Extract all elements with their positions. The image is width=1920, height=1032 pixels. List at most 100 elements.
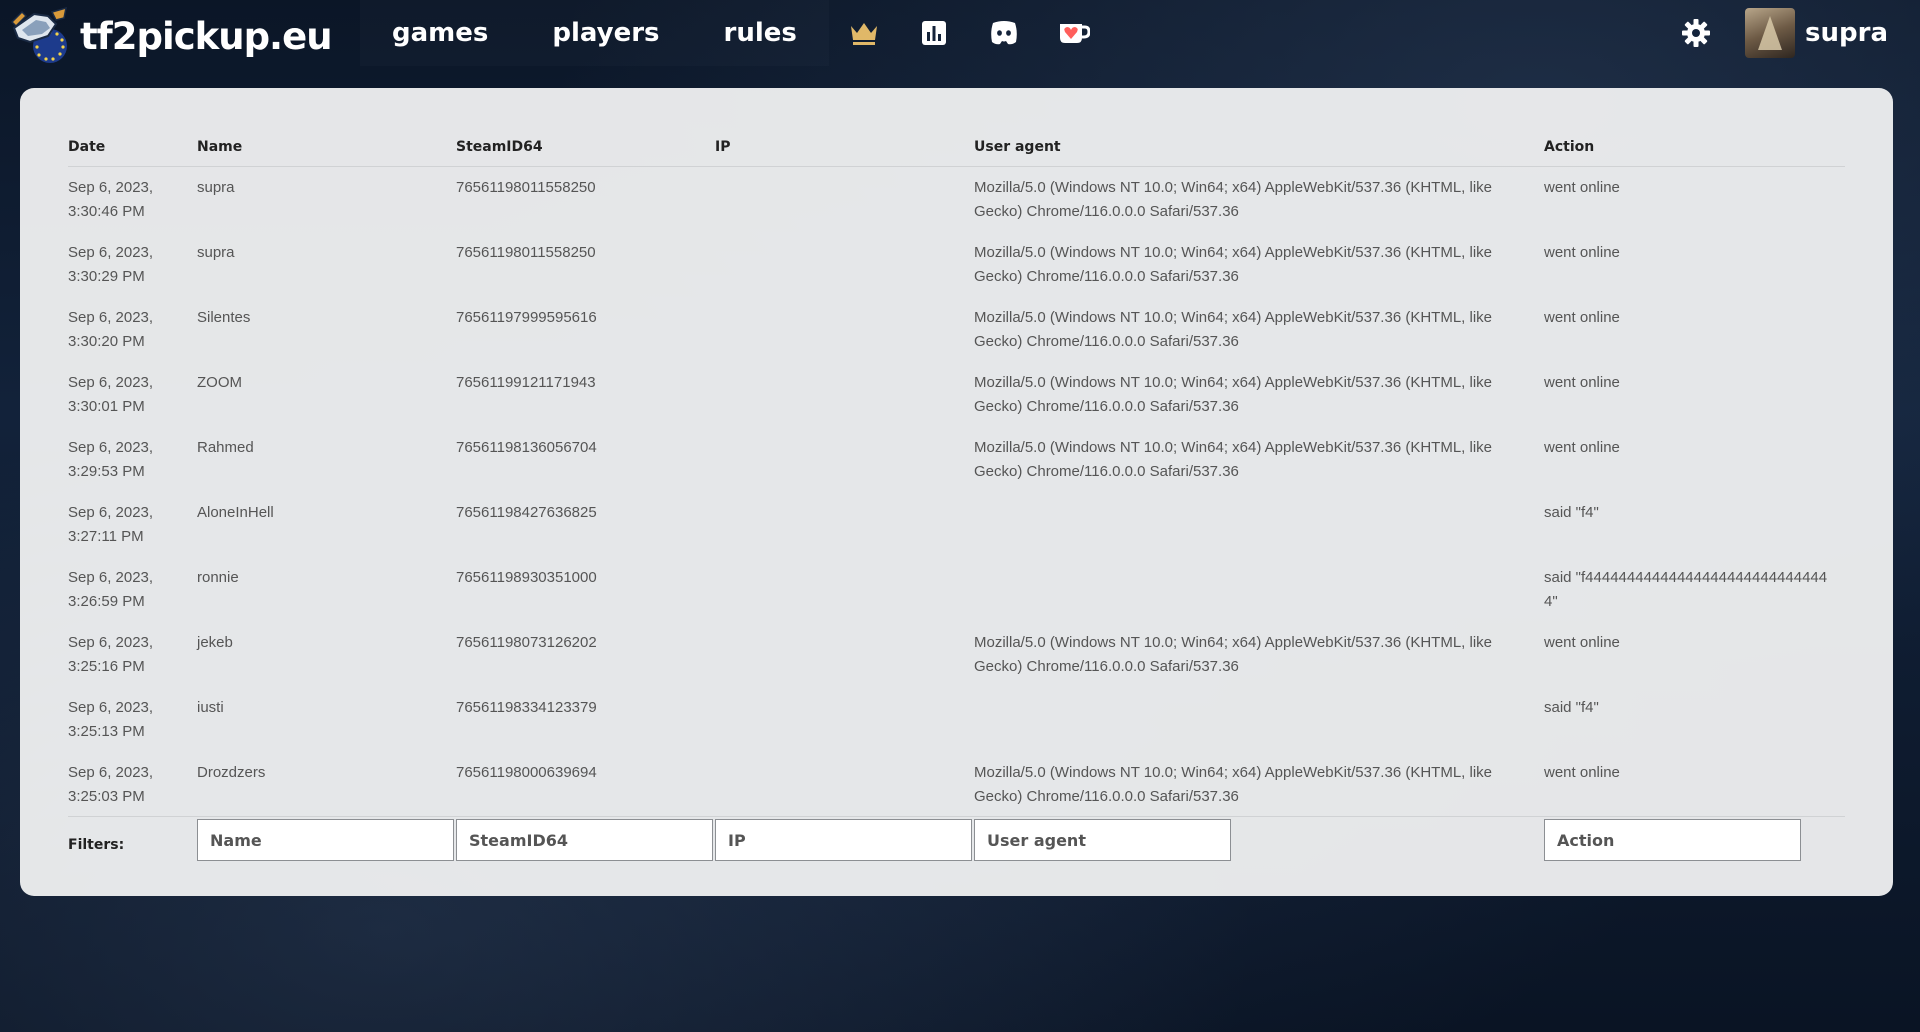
cell-date: Sep 6, 2023, 3:30:20 PM <box>68 308 154 350</box>
cell-action: went online <box>1544 633 1620 651</box>
cell-steamid: 76561198136056704 <box>456 438 597 456</box>
cell-date: Sep 6, 2023, 3:30:46 PM <box>68 179 154 220</box>
cell-action: went online <box>1544 243 1620 261</box>
cell-user-agent: Mozilla/5.0 (Windows NT 10.0; Win64; x64… <box>974 179 1492 220</box>
cell-date: Sep 6, 2023, 3:26:59 PM <box>68 568 154 610</box>
cell-date: Sep 6, 2023, 3:29:53 PM <box>68 438 154 480</box>
main-nav: games players rules <box>360 0 1109 66</box>
cell-user-agent: Mozilla/5.0 (Windows NT 10.0; Win64; x64… <box>974 243 1492 285</box>
table-row: Sep 6, 2023, 3:30:01 PM ZOOM 76561199121… <box>68 362 1845 427</box>
ko-fi-link[interactable] <box>1039 0 1109 66</box>
user-menu: supra <box>1661 0 1900 66</box>
cell-user-agent: Mozilla/5.0 (Windows NT 10.0; Win64; x64… <box>974 633 1492 675</box>
ip-filter-input[interactable] <box>715 819 972 861</box>
cell-steamid: 76561198000639694 <box>456 763 597 781</box>
cell-date: Sep 6, 2023, 3:30:29 PM <box>68 243 154 285</box>
cell-name: Drozdzers <box>197 763 266 781</box>
cell-user-agent: Mozilla/5.0 (Windows NT 10.0; Win64; x64… <box>974 763 1492 805</box>
table-row: Sep 6, 2023, 3:26:59 PM ronnie 765611989… <box>68 557 1845 622</box>
cell-ip <box>715 167 974 232</box>
cell-steamid: 76561197999595616 <box>456 308 597 326</box>
cell-user-agent: Mozilla/5.0 (Windows NT 10.0; Win64; x64… <box>974 373 1492 415</box>
online-log-card: Date Name SteamID64 IP User agent Action… <box>20 88 1893 896</box>
discord-link[interactable] <box>969 0 1039 66</box>
cell-ip <box>715 557 974 622</box>
cell-action: went online <box>1544 179 1620 196</box>
gear-icon <box>1682 19 1711 47</box>
bar-chart-icon <box>921 21 946 45</box>
cell-name: jekeb <box>197 633 233 651</box>
cell-steamid: 76561198011558250 <box>456 179 596 196</box>
profile-link[interactable]: supra <box>1731 0 1900 66</box>
cell-name: iusti <box>197 698 224 716</box>
table-row: Sep 6, 2023, 3:30:46 PM supra 7656119801… <box>68 167 1845 232</box>
cell-date: Sep 6, 2023, 3:25:13 PM <box>68 698 154 740</box>
cell-date: Sep 6, 2023, 3:27:11 PM <box>68 503 154 545</box>
cell-steamid: 76561198427636825 <box>456 503 597 521</box>
activity-table: Date Name SteamID64 IP User agent Action… <box>68 124 1845 861</box>
cell-ip <box>715 622 974 687</box>
cell-steamid: 76561198930351000 <box>456 568 597 586</box>
cell-name: ZOOM <box>197 373 242 391</box>
cell-action: went online <box>1544 763 1620 781</box>
table-row: Sep 6, 2023, 3:25:13 PM iusti 7656119833… <box>68 687 1845 752</box>
cell-user-agent: Mozilla/5.0 (Windows NT 10.0; Win64; x64… <box>974 438 1492 480</box>
cell-name: ronnie <box>197 568 239 586</box>
hall-of-fame-link[interactable] <box>829 0 899 66</box>
column-header-user-agent: User agent <box>974 124 1544 167</box>
filters-row: Filters: <box>68 816 1845 861</box>
brand-name: tf2pickup.eu <box>80 14 333 58</box>
cell-ip <box>715 687 974 752</box>
cell-steamid: 76561198073126202 <box>456 633 597 651</box>
cell-name: Silentes <box>197 308 251 326</box>
cell-name: AloneInHell <box>197 503 274 521</box>
cell-steamid: 76561198334123379 <box>456 698 597 716</box>
cell-name: supra <box>197 243 235 261</box>
top-navbar: tf2pickup.eu games players rules supra <box>0 0 1920 66</box>
cell-name: Rahmed <box>197 438 254 456</box>
nav-rules-link[interactable]: rules <box>692 0 829 66</box>
profile-name: supra <box>1805 18 1888 48</box>
cell-ip <box>715 752 974 817</box>
table-row: Sep 6, 2023, 3:30:29 PM supra 7656119801… <box>68 232 1845 297</box>
table-row: Sep 6, 2023, 3:29:53 PM Rahmed 765611981… <box>68 427 1845 492</box>
column-header-ip: IP <box>715 124 974 167</box>
name-filter-input[interactable] <box>197 819 454 861</box>
tf2pickup-logo-icon <box>10 6 67 63</box>
cell-ip <box>715 232 974 297</box>
statistics-link[interactable] <box>899 0 969 66</box>
steamid-filter-input[interactable] <box>456 819 713 861</box>
cell-date: Sep 6, 2023, 3:25:03 PM <box>68 763 154 805</box>
brand-home-link[interactable]: tf2pickup.eu <box>8 6 333 66</box>
table-row: Sep 6, 2023, 3:25:03 PM Drozdzers 765611… <box>68 752 1845 817</box>
nav-players-link[interactable]: players <box>520 0 691 66</box>
crown-icon <box>850 23 877 45</box>
column-header-action: Action <box>1544 124 1845 167</box>
cell-date: Sep 6, 2023, 3:30:01 PM <box>68 373 154 415</box>
settings-button[interactable] <box>1661 0 1731 66</box>
cell-steamid: 76561198011558250 <box>456 243 596 261</box>
table-row: Sep 6, 2023, 3:25:16 PM jekeb 7656119807… <box>68 622 1845 687</box>
cell-user-agent <box>974 492 1544 557</box>
ko-fi-icon <box>1059 24 1090 43</box>
cell-steamid: 76561199121171943 <box>456 373 596 391</box>
action-filter-input[interactable] <box>1544 819 1801 861</box>
filters-label: Filters: <box>68 837 125 853</box>
cell-action: went online <box>1544 308 1620 326</box>
cell-ip <box>715 297 974 362</box>
cell-action: said "f444444444444444444444444444444" <box>1544 568 1828 610</box>
cell-ip <box>715 492 974 557</box>
column-header-steamid: SteamID64 <box>456 124 715 167</box>
table-row: Sep 6, 2023, 3:27:11 PM AloneInHell 7656… <box>68 492 1845 557</box>
cell-action: said "f4" <box>1544 503 1599 521</box>
cell-ip <box>715 362 974 427</box>
cell-action: went online <box>1544 438 1620 456</box>
column-header-date: Date <box>68 124 197 167</box>
cell-name: supra <box>197 179 235 196</box>
cell-ip <box>715 427 974 492</box>
avatar <box>1745 8 1796 58</box>
nav-games-link[interactable]: games <box>360 0 520 66</box>
discord-icon <box>991 21 1017 45</box>
user-agent-filter-input[interactable] <box>974 819 1231 861</box>
table-header-row: Date Name SteamID64 IP User agent Action <box>68 124 1845 167</box>
